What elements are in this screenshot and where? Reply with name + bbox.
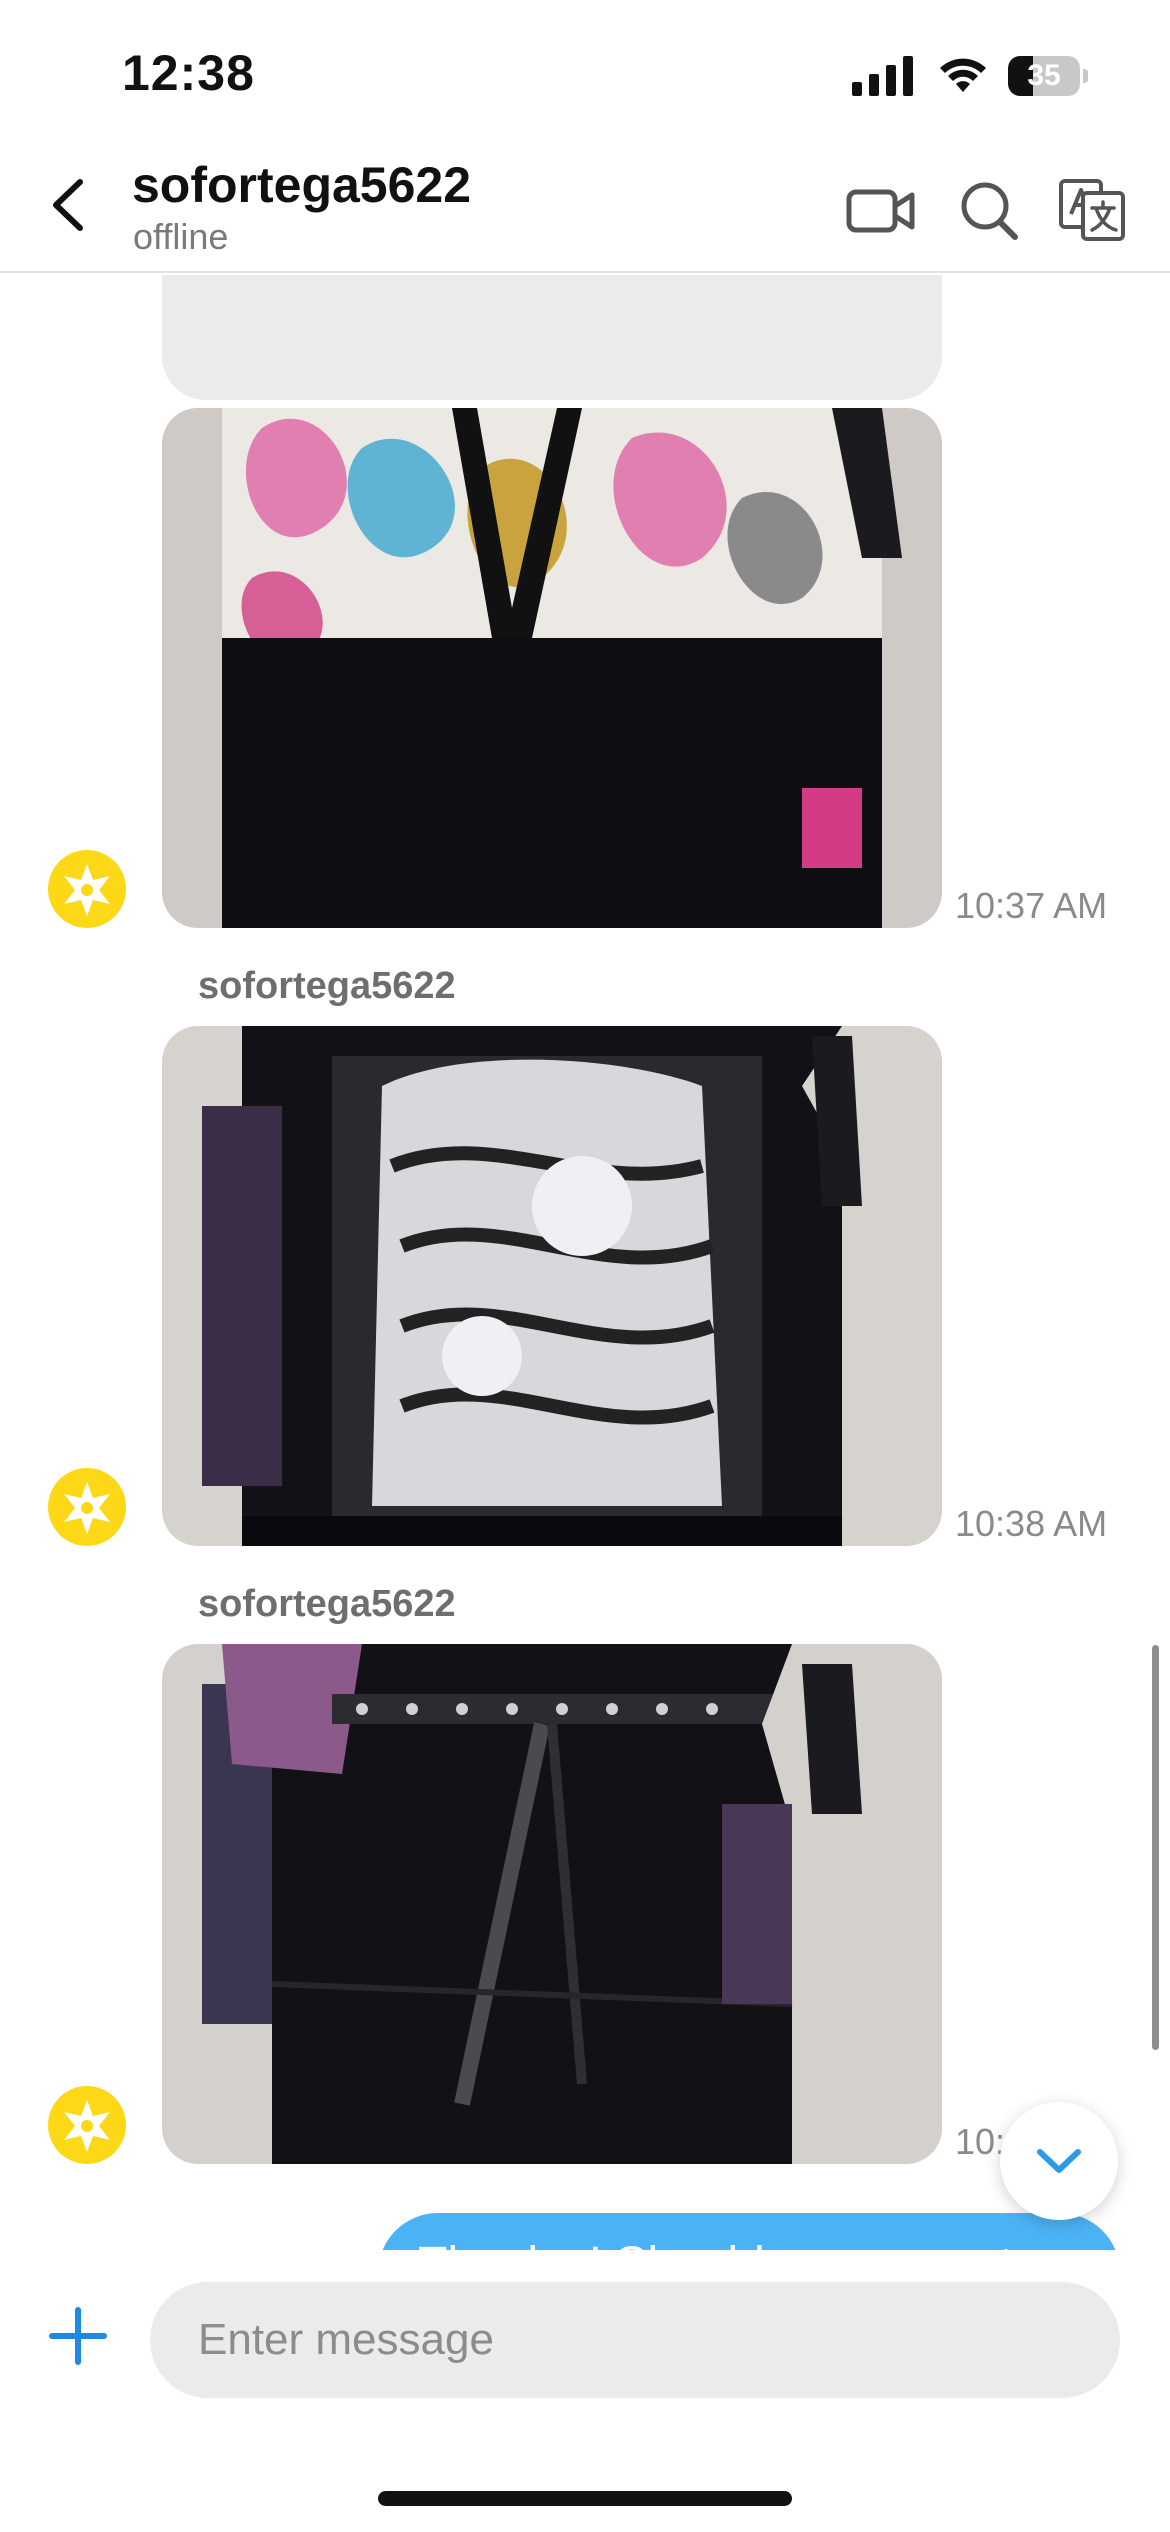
image-message[interactable] xyxy=(162,1644,942,2164)
status-bar: 12:38 35 xyxy=(0,0,1170,140)
avatar-icon xyxy=(64,864,110,916)
presence-status: offline xyxy=(133,216,229,257)
search-icon[interactable] xyxy=(958,178,1020,242)
message-input[interactable] xyxy=(150,2282,1120,2398)
chevron-down-icon xyxy=(1037,2149,1081,2173)
back-icon[interactable] xyxy=(40,170,100,240)
wifi-icon xyxy=(940,58,986,92)
image-message[interactable] xyxy=(162,408,942,928)
message-timestamp: 10: xyxy=(955,2121,1006,2162)
scroll-to-bottom-button[interactable] xyxy=(1000,2102,1118,2220)
status-time: 12:38 xyxy=(122,45,255,101)
message-list[interactable]: 10:37 AM sofortega5622 10:38 AM soforteg… xyxy=(0,275,1170,2250)
sender-name: sofortega5622 xyxy=(198,1583,456,1625)
clothing-photo xyxy=(162,1026,942,1546)
cellular-signal-icon xyxy=(852,56,913,96)
battery-level: 35 xyxy=(1027,59,1061,92)
message-composer xyxy=(0,2250,1170,2532)
scrollbar[interactable] xyxy=(1152,1645,1159,2050)
avatar-icon xyxy=(64,1482,110,1534)
message-timestamp: 10:38 AM xyxy=(955,1503,1108,1544)
home-indicator[interactable] xyxy=(378,2491,792,2506)
battery-icon: 35 xyxy=(1008,56,1088,96)
translate-icon[interactable] xyxy=(1058,178,1126,242)
avatar-icon xyxy=(64,2100,110,2152)
image-message[interactable] xyxy=(162,1026,942,1546)
avatar[interactable] xyxy=(48,850,126,928)
chat-title[interactable]: sofortega5622 xyxy=(132,156,471,214)
plus-icon[interactable] xyxy=(48,2306,108,2366)
avatar[interactable] xyxy=(48,2086,126,2164)
avatar[interactable] xyxy=(48,1468,126,1546)
message-timestamp: 10:37 AM xyxy=(955,885,1108,926)
message-bubble[interactable] xyxy=(162,275,942,400)
sender-name: sofortega5622 xyxy=(198,965,456,1007)
video-camera-icon[interactable] xyxy=(846,178,916,242)
clothing-photo xyxy=(162,1644,942,2164)
chat-header: sofortega5622 offline xyxy=(0,140,1170,273)
clothing-photo xyxy=(162,408,942,928)
